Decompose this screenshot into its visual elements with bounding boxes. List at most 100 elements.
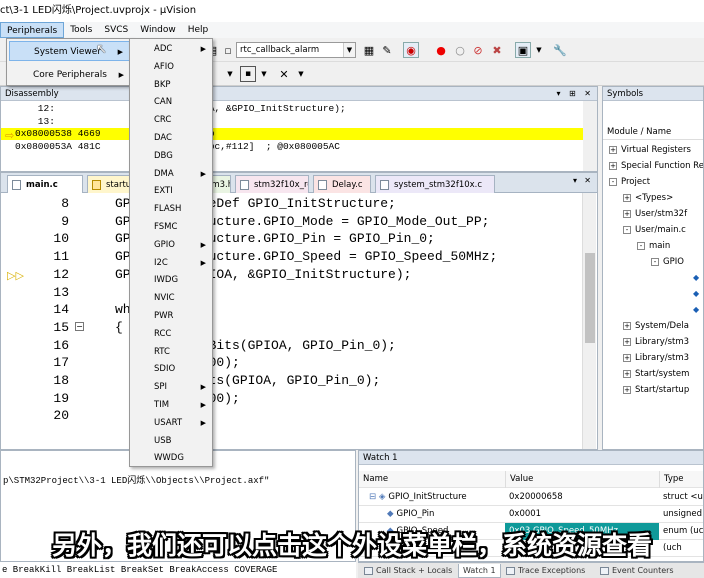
tab-file[interactable]: stm32f10x_rcc.c (235, 175, 309, 193)
function-combo[interactable]: rtc_callback_alarm ▼ (236, 42, 356, 58)
disassembly-scrollbar[interactable] (583, 101, 597, 171)
expand-icon[interactable]: + (609, 145, 617, 154)
tab-file[interactable]: main.c (7, 175, 83, 193)
chevron-down-icon[interactable]: ▼ (343, 43, 355, 57)
menu-item[interactable]: PWR (130, 307, 212, 325)
memory-window-icon[interactable]: ▪ (240, 66, 256, 82)
expand-icon[interactable]: + (623, 353, 631, 362)
menu-tools[interactable]: Tools (64, 22, 98, 38)
menu-item[interactable]: TIM ▶ (130, 396, 212, 414)
bottom-tab[interactable]: Call Stack + Locals (362, 564, 452, 578)
tools-icon[interactable]: ✕ (276, 66, 292, 82)
menu-item[interactable]: CRC (130, 111, 212, 129)
breakpoint-disabled-icon[interactable]: ○ (452, 42, 468, 58)
menu-item[interactable]: DBG (130, 147, 212, 165)
bottom-tab[interactable]: Watch 1 (458, 564, 501, 578)
menu-item[interactable]: EXTI (130, 182, 212, 200)
menu-item[interactable]: WWDG (130, 449, 212, 467)
menu-item[interactable]: System Viewer ▶ (9, 41, 130, 61)
watch-col-value[interactable]: Value (505, 471, 659, 488)
tab-file[interactable]: Delay.c (313, 175, 371, 193)
menu-item[interactable]: GPIO ▶ (130, 236, 212, 254)
symbol-item[interactable]: - Project (609, 175, 650, 189)
watch-cell-name[interactable]: ◆ GPIO_Pin (383, 506, 505, 523)
watch-cell-name[interactable]: ⊟ ◈ GPIO_InitStructure (365, 489, 505, 506)
tab-list-icon[interactable]: ▾ (573, 176, 577, 185)
tab-file[interactable]: system_stm32f10x.c (375, 175, 495, 193)
watch-row[interactable]: ⊟ ◈ GPIO_InitStructure 0x20000658 struct <u… (359, 489, 703, 506)
disassembly-line[interactable]: 0x08000538 4669 MOV r1,sp (1, 128, 583, 140)
disable-breakpoints-icon[interactable]: ⊘ (470, 42, 486, 58)
menu-svcs[interactable]: SVCS (98, 22, 134, 38)
menu-item[interactable]: SDIO (130, 360, 212, 378)
symbol-item[interactable]: + <Types> (623, 191, 673, 205)
disassembly-line[interactable]: 0x0800053A 481C LDR r0,[pc,#112] ; @0x08… (1, 141, 583, 153)
code-line[interactable]: { (115, 319, 123, 337)
symbol-item[interactable]: - main (637, 239, 670, 253)
menu-window[interactable]: Window (134, 22, 182, 38)
menu-item[interactable]: DAC (130, 129, 212, 147)
panel-controls[interactable]: ▾ ⊞ ✕ (556, 87, 594, 101)
chevron-down-icon[interactable]: ▼ (293, 66, 309, 82)
menu-item[interactable]: Core Peripherals ▶ (9, 65, 130, 85)
incremental-find-icon[interactable]: ✎ (379, 42, 395, 58)
settings-wrench-icon[interactable]: 🔧 (552, 42, 568, 58)
menu-item[interactable]: NVIC (130, 289, 212, 307)
chevron-down-icon[interactable]: ▼ (222, 66, 238, 82)
expand-icon[interactable]: - (623, 225, 631, 234)
menu-item[interactable]: USB (130, 432, 212, 450)
watch-col-name[interactable]: Name (359, 471, 505, 488)
expand-icon[interactable]: + (609, 161, 617, 170)
menu-item[interactable]: IWDG (130, 271, 212, 289)
expand-icon[interactable]: - (651, 257, 659, 266)
menu-item[interactable]: DMA ▶ (130, 165, 212, 183)
expand-icon[interactable]: - (609, 177, 617, 186)
symbol-item[interactable]: + User/stm32f (623, 207, 687, 221)
menu-item[interactable]: I2C ▶ (130, 254, 212, 272)
watch-cell-value[interactable]: 0x0001 (505, 506, 659, 523)
symbol-item[interactable]: + Start/system (623, 367, 689, 381)
menu-item[interactable]: USART ▶ (130, 414, 212, 432)
find-in-files-icon[interactable]: ▦ (361, 42, 377, 58)
menu-item[interactable]: RTC (130, 343, 212, 361)
menu-item[interactable]: ADC ▶ (130, 40, 212, 58)
symbol-item[interactable]: - GPIO (651, 255, 684, 269)
menu-help[interactable]: Help (182, 22, 215, 38)
disassembly-line[interactable]: 13: (1, 116, 583, 128)
chevron-down-icon[interactable]: ▼ (531, 42, 547, 58)
symbol-item[interactable]: + Start/startup (623, 383, 689, 397)
scrollbar-thumb[interactable] (585, 253, 595, 343)
close-icon[interactable]: ✕ (584, 176, 591, 185)
menu-item[interactable]: CAN (130, 93, 212, 111)
watch-col-type[interactable]: Type (659, 471, 703, 488)
symbol-item[interactable]: - User/main.c (623, 223, 686, 237)
expand-icon[interactable]: + (623, 385, 631, 394)
debug-session-icon[interactable]: ◉ (403, 42, 419, 58)
menu-item[interactable]: BKP (130, 76, 212, 94)
watch-row[interactable]: ◆GPIO_Pin0x0001unsigned s (359, 506, 703, 523)
menu-item[interactable]: AFIO (130, 58, 212, 76)
menu-item[interactable]: FSMC (130, 218, 212, 236)
editor-scrollbar[interactable] (582, 193, 596, 449)
symbol-item[interactable]: + Special Function Re (609, 159, 703, 173)
kill-breakpoints-icon[interactable]: ✖ (489, 42, 505, 58)
disassembly-line[interactable]: 12: GPIO_Init(GPIOA, &GPIO_InitStructure… (1, 103, 583, 115)
symbol-item[interactable]: + Library/stm3 (623, 335, 689, 349)
expand-icon[interactable]: - (637, 241, 645, 250)
expand-icon[interactable]: + (623, 337, 631, 346)
fold-icon[interactable]: − (75, 321, 84, 331)
watch-cell-value[interactable]: 0x20000658 (505, 489, 659, 506)
symbol-item[interactable]: + System/Dela (623, 319, 689, 333)
bottom-tab[interactable]: Trace Exceptions (504, 564, 585, 578)
window-layout-icon[interactable]: ▣ (515, 42, 531, 58)
expand-icon[interactable]: + (623, 209, 631, 218)
symbol-item[interactable]: + Library/stm3 (623, 351, 689, 365)
menu-item[interactable]: FLASH (130, 200, 212, 218)
bottom-tab[interactable]: Event Counters (598, 564, 674, 578)
menu-item[interactable]: RCC (130, 325, 212, 343)
menu-item[interactable]: SPI ▶ (130, 378, 212, 396)
chevron-down-icon[interactable]: ▼ (256, 66, 272, 82)
expand-icon[interactable]: + (623, 369, 631, 378)
symbol-item[interactable]: + Virtual Registers (609, 143, 691, 157)
menu-peripherals[interactable]: Peripherals (0, 22, 65, 38)
